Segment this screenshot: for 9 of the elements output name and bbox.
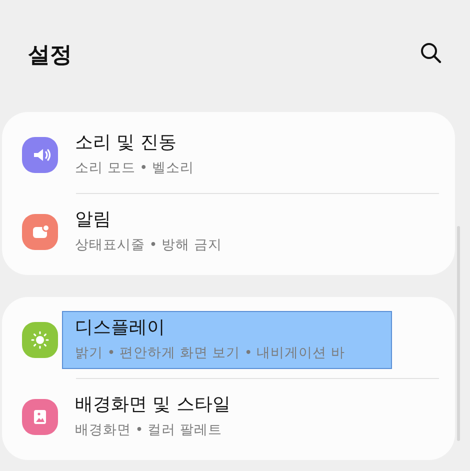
page-title: 설정 (28, 42, 72, 70)
setting-title[interactable]: 소리 및 진동 (75, 129, 379, 157)
setting-subtitle: 상태표시줄 • 방해 금지 (75, 236, 223, 255)
setting-subtitle: 소리 모드 • 벨소리 (75, 159, 195, 178)
setting-subtitle: 밝기 • 편안하게 화면 보기 • 내비게이션 바 (75, 344, 346, 363)
setting-title[interactable]: 알림 (75, 206, 379, 234)
setting-title[interactable]: 디스플레이 (75, 314, 379, 342)
setting-title[interactable]: 배경화면 및 스타일 (75, 391, 379, 419)
setting-subtitle: 배경화면 • 컬러 팔레트 (75, 421, 223, 440)
